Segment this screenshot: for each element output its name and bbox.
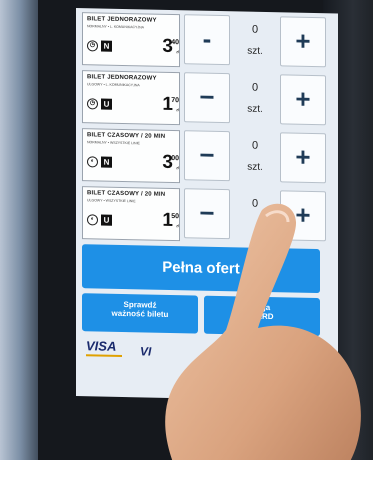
quantity-unit: szt. xyxy=(247,103,263,115)
clock-icon: ◷ xyxy=(87,98,98,110)
ticket-row: BILET CZASOWY / 20 MIN NORMALNY • WSZYST… xyxy=(82,128,332,188)
ticket-title: BILET CZASOWY / 20 MIN xyxy=(87,132,166,140)
time-icon: ◐ xyxy=(87,214,98,226)
increase-quantity-button[interactable]: + xyxy=(280,74,326,126)
ticket-card[interactable]: BILET JEDNORAZOWY ULGOWY • L. KOMUNIKACY… xyxy=(82,70,180,126)
ticket-icons: ◐ U xyxy=(87,214,112,226)
quantity-value: 0 xyxy=(251,139,259,152)
zone-badge: N xyxy=(101,156,112,168)
ticket-row: BILET JEDNORAZOWY NORMALNY • L. KOMUNIKA… xyxy=(82,12,332,72)
time-icon: ◐ xyxy=(87,156,98,168)
decrease-quantity-button[interactable]: - xyxy=(184,14,230,66)
ticket-icons: ◐ N xyxy=(87,156,112,168)
decrease-quantity-button[interactable]: − xyxy=(184,130,230,182)
quantity-unit: szt. xyxy=(247,45,263,57)
decrease-quantity-button[interactable]: − xyxy=(184,72,230,124)
ticket-row: BILET JEDNORAZOWY ULGOWY • L. KOMUNIKACY… xyxy=(82,70,332,130)
ticket-title: BILET JEDNORAZOWY xyxy=(87,74,157,82)
ticket-price-cents: 40 xyxy=(171,38,179,47)
ticket-subtitle: ULGOWY • WSZYSTKIE LINIE xyxy=(87,198,136,204)
ticket-currency: zł xyxy=(176,165,179,171)
ticket-currency: zł xyxy=(176,107,179,113)
increase-quantity-button[interactable]: + xyxy=(280,16,326,68)
zone-badge: U xyxy=(101,214,112,226)
kiosk-photo: BILET JEDNORAZOWY NORMALNY • L. KOMUNIKA… xyxy=(0,0,373,482)
pointing-hand-icon xyxy=(165,203,361,482)
zone-badge: U xyxy=(101,98,112,110)
ticket-icons: ◷ N xyxy=(87,40,112,52)
ticket-subtitle: ULGOWY • L. KOMUNIKACYJNA xyxy=(87,82,140,88)
ticket-currency: zł xyxy=(176,49,179,55)
photo-border xyxy=(0,460,373,482)
quantity-unit: szt. xyxy=(247,161,263,173)
ticket-subtitle: NORMALNY • L. KOMUNIKACYJNA xyxy=(87,24,144,30)
ticket-card[interactable]: BILET JEDNORAZOWY NORMALNY • L. KOMUNIKA… xyxy=(82,12,180,68)
ticket-price-cents: 70 xyxy=(171,96,179,105)
ticket-title: BILET CZASOWY / 20 MIN xyxy=(87,190,166,198)
clock-icon: ◷ xyxy=(87,40,98,52)
ticket-icons: ◷ U xyxy=(87,98,112,110)
visa-logo: VISA xyxy=(86,338,117,354)
ticket-card[interactable]: BILET CZASOWY / 20 MIN NORMALNY • WSZYST… xyxy=(82,128,180,184)
quantity-value: 0 xyxy=(251,81,259,94)
ticket-price-cents: 00 xyxy=(171,154,179,163)
ticket-subtitle: NORMALNY • WSZYSTKIE LINIE xyxy=(87,140,140,146)
increase-quantity-button[interactable]: + xyxy=(280,132,326,184)
ticket-title: BILET JEDNORAZOWY xyxy=(87,16,157,24)
quantity-value: 0 xyxy=(251,23,259,36)
visa-underline xyxy=(86,354,122,357)
zone-badge: N xyxy=(101,40,112,52)
